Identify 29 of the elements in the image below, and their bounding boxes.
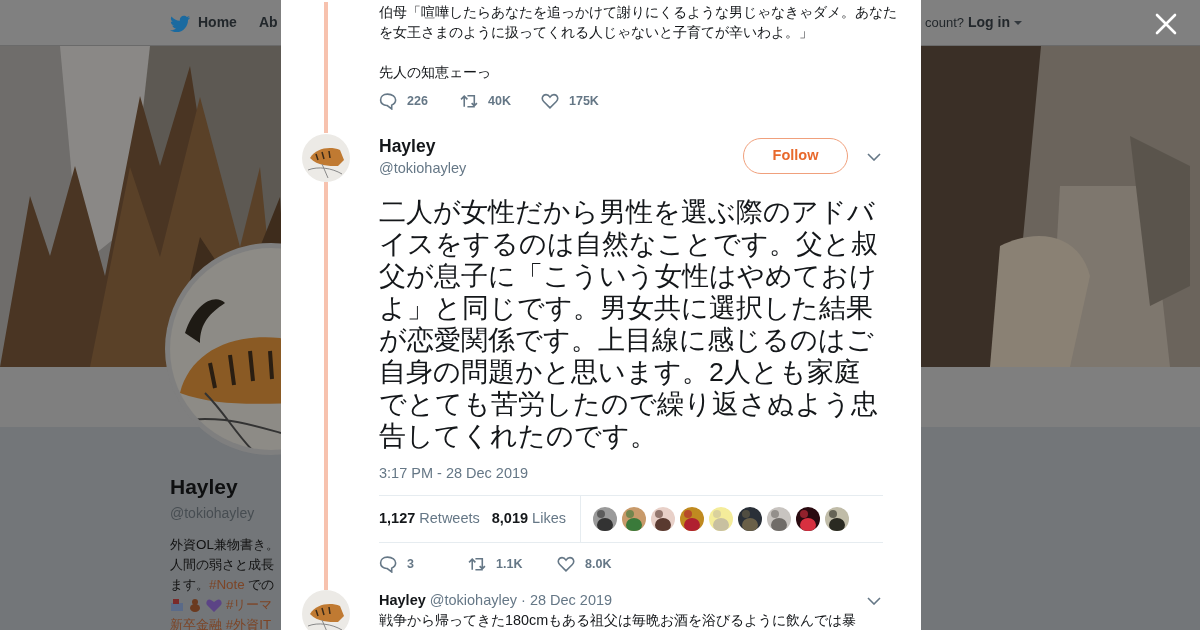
bio-text: での <box>247 575 275 594</box>
nav-link[interactable]: Home <box>170 12 237 33</box>
action-button[interactable]: 1.1K <box>468 554 557 574</box>
stat-link[interactable]: 8,019 Likes <box>491 508 566 530</box>
mailbox-icon <box>170 597 184 612</box>
caret-icon <box>1014 20 1022 25</box>
action-button[interactable]: 8.0K <box>557 554 646 574</box>
author-name: Hayley <box>379 591 426 610</box>
teddy-bear-icon <box>188 597 202 612</box>
tweet-text: 伯母「喧嘩したらあなたを追っかけて謝りにくるような男じゃなきゃダメ。あなたを女王さまのように扱ってくれる人じゃないと子育てが辛いわよ。」 <box>379 3 898 42</box>
stat-link[interactable]: 1,127 Retweets <box>379 508 480 530</box>
bio-text: 外資OL兼物書き。 <box>170 535 279 554</box>
bio-text: ます。 <box>170 575 209 594</box>
action-button[interactable]: 3 <box>379 554 468 574</box>
heart-icon <box>557 555 575 573</box>
close-icon[interactable] <box>1155 13 1177 35</box>
tweet-text: 戦争から帰ってきた180cmもある祖父は毎晩お酒を浴びるように飲んでは暴 <box>379 612 858 628</box>
heart-icon <box>206 597 222 612</box>
retweet-icon <box>468 555 486 573</box>
chevron-icon[interactable] <box>867 596 881 605</box>
bio-text: 人間の弱さと成長 <box>170 555 274 574</box>
tweet-timestamp: 3:17 PM - 28 Dec 2019 <box>379 464 530 482</box>
profile-name: Hayley <box>170 474 238 500</box>
nav-link[interactable]: Ab <box>258 12 278 33</box>
tweet-date: · 28 Dec 2019 <box>521 591 613 610</box>
author-handle: @tokiohayley <box>429 591 518 610</box>
account-prompt: count? <box>924 13 964 32</box>
login-link[interactable]: Log in <box>968 12 1022 33</box>
reply-icon <box>379 555 397 573</box>
